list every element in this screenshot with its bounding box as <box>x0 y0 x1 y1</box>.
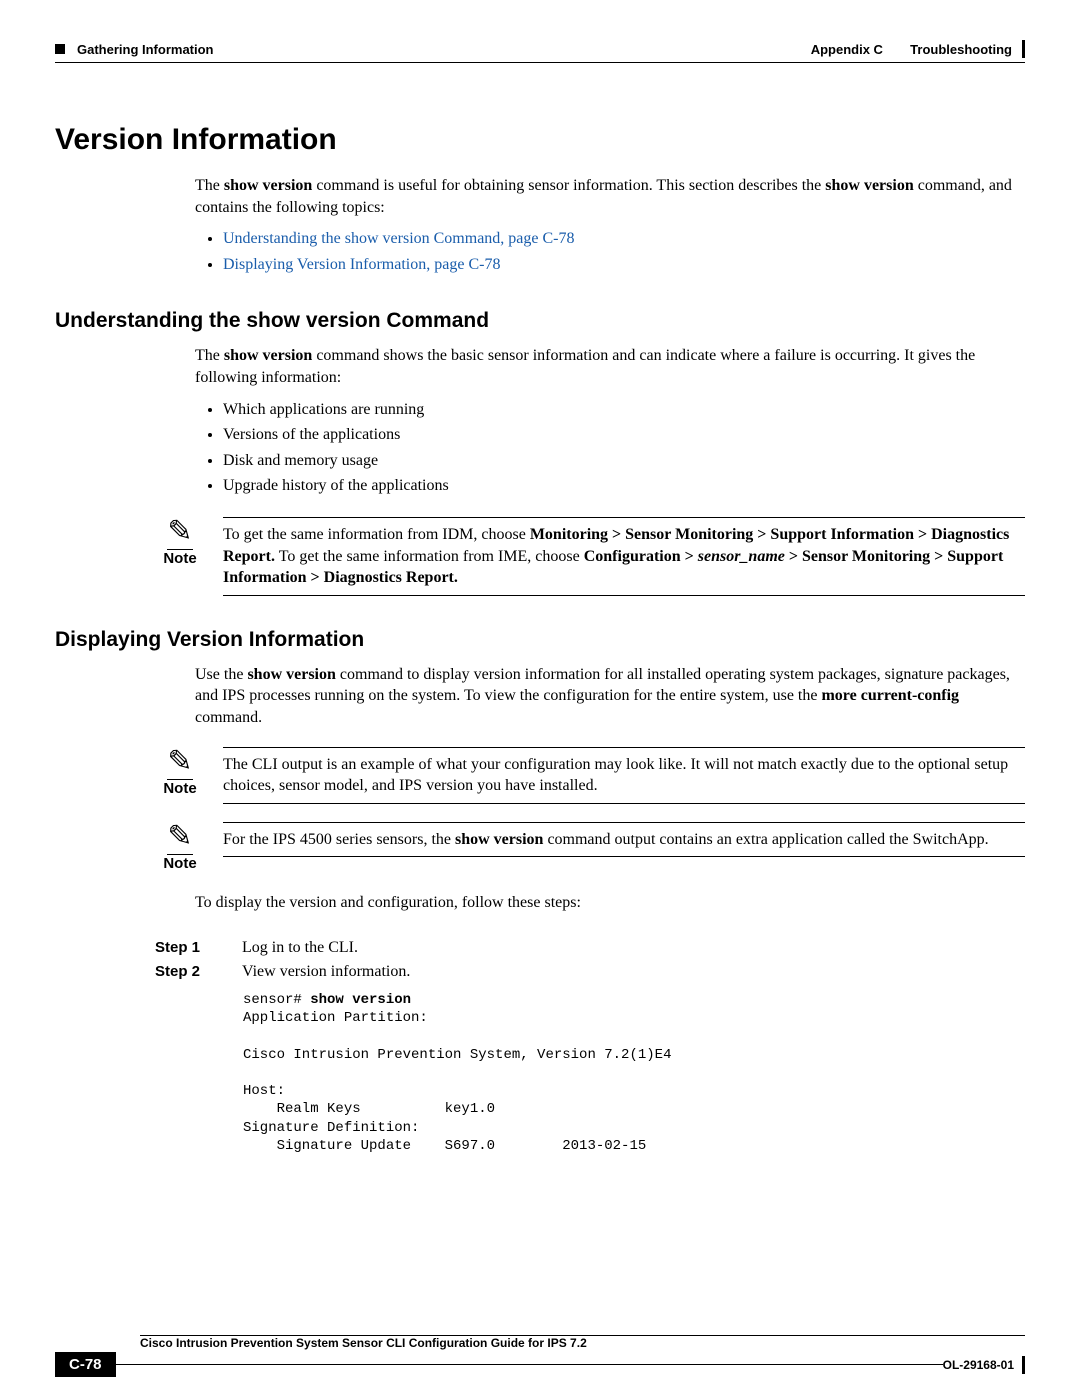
code-output: sensor# show version Application Partiti… <box>243 991 1025 1155</box>
steps-intro: To display the version and configuration… <box>195 892 1025 914</box>
note-body: The CLI output is an example of what you… <box>223 748 1025 803</box>
note-rule-bottom <box>223 595 1025 596</box>
bullet-item: Disk and memory usage <box>223 448 1025 474</box>
note-body: To get the same information from IDM, ch… <box>223 518 1025 595</box>
section1-title: Understanding the show version Command <box>55 309 1025 333</box>
page-title: Version Information <box>55 123 1025 157</box>
note-label: Note <box>163 550 196 567</box>
step-label: Step 2 <box>155 963 230 981</box>
header-title-right: Troubleshooting <box>910 42 1012 57</box>
note-body: For the IPS 4500 series sensors, the sho… <box>223 823 1025 857</box>
bullet-item: Versions of the applications <box>223 422 1025 448</box>
footer-pipe-icon <box>1022 1356 1025 1374</box>
header-appendix: Appendix C <box>811 42 883 57</box>
header-rule <box>55 62 1025 63</box>
footer-guide-title: Cisco Intrusion Prevention System Sensor… <box>140 1336 1025 1350</box>
section2-paragraph: Use the show version command to display … <box>195 664 1025 729</box>
step-body: View version information. <box>242 963 1025 981</box>
link-understanding[interactable]: Understanding the show version Command, … <box>223 230 575 247</box>
step-body: Log in to the CLI. <box>242 939 1025 957</box>
bullet-item: Upgrade history of the applications <box>223 473 1025 499</box>
bullet-item: Which applications are running <box>223 397 1025 423</box>
section2-title: Displaying Version Information <box>55 628 1025 652</box>
note-label: Note <box>163 780 196 797</box>
header-marker-icon <box>55 44 65 54</box>
pencil-icon: ✎ <box>167 747 192 780</box>
header-pipe-icon <box>1022 40 1025 58</box>
section1-paragraph: The show version command shows the basic… <box>195 345 1025 388</box>
footer-doc-id: OL-29168-01 <box>943 1358 1014 1372</box>
header-section-left: Gathering Information <box>77 42 214 57</box>
note-rule-bottom <box>223 803 1025 804</box>
page-footer: Cisco Intrusion Prevention System Sensor… <box>55 1335 1025 1377</box>
page-header: Gathering Information Appendix C Trouble… <box>55 40 1025 58</box>
note-label: Note <box>163 855 196 872</box>
pencil-icon: ✎ <box>167 822 192 855</box>
note-rule-bottom <box>223 856 1025 857</box>
intro-paragraph: The show version command is useful for o… <box>195 175 1025 218</box>
pencil-icon: ✎ <box>167 517 192 550</box>
link-displaying[interactable]: Displaying Version Information, page C-7… <box>223 256 500 273</box>
page-number: C-78 <box>55 1352 116 1377</box>
step-label: Step 1 <box>155 939 230 957</box>
